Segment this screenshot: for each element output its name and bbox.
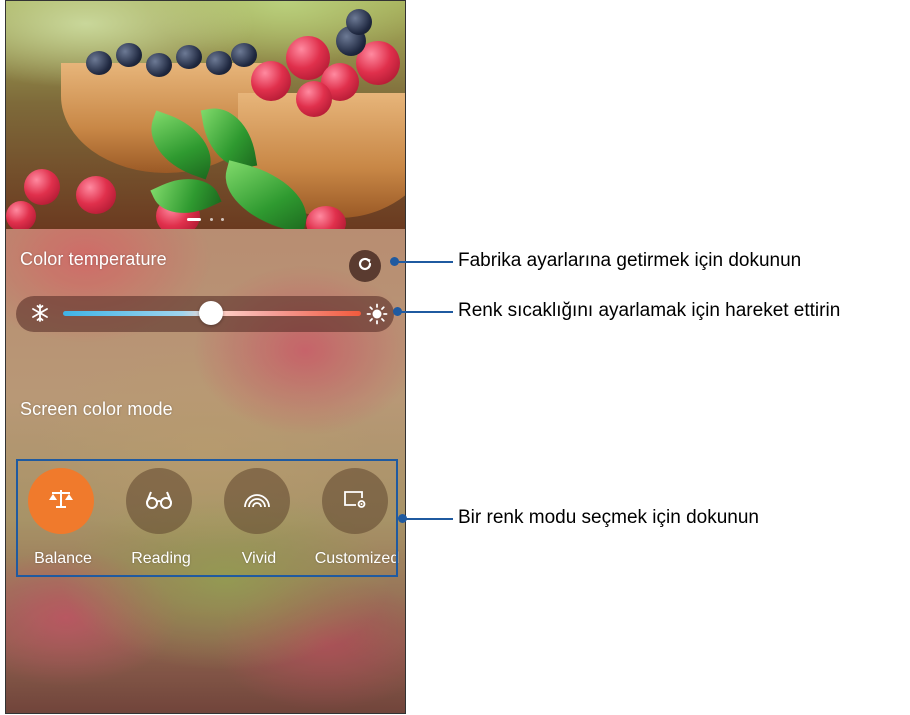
callout-mode-line <box>403 518 453 520</box>
blueberry <box>146 53 172 77</box>
color-temperature-label: Color temperature <box>20 249 167 269</box>
raspberry <box>76 176 116 214</box>
callout-reset-line <box>395 261 453 263</box>
page-indicator <box>6 211 405 222</box>
refresh-icon <box>356 255 374 278</box>
blueberry <box>206 51 232 75</box>
blueberry <box>231 43 257 67</box>
page-dot-active <box>187 218 202 222</box>
mode-selector-highlight-box <box>16 459 398 577</box>
raspberry <box>24 169 60 205</box>
callout-slider-line <box>398 311 453 313</box>
raspberry <box>296 81 332 117</box>
phone-screen: Color temperature Screen color mode Bala… <box>5 0 406 714</box>
blueberry <box>116 43 142 67</box>
slider-thumb[interactable] <box>199 301 223 325</box>
callout-reset-text: Fabrika ayarlarına getirmek için dokunun <box>458 250 802 271</box>
raspberry <box>251 61 291 101</box>
blueberry <box>86 51 112 75</box>
page-dot <box>220 218 224 222</box>
wallpaper-image <box>6 1 405 229</box>
snowflake-icon <box>30 303 50 328</box>
page-dot <box>209 218 213 222</box>
blueberry <box>176 45 202 69</box>
callout-slider-text: Renk sıcaklığını ayarlamak için hareket … <box>458 300 841 321</box>
callout-mode-text: Bir renk modu seçmek için dokunun <box>458 507 759 528</box>
screen-color-mode-label: Screen color mode <box>20 399 173 419</box>
sun-icon <box>366 303 388 330</box>
reset-color-temperature-button[interactable] <box>349 250 381 282</box>
color-temperature-slider[interactable] <box>16 296 394 332</box>
blackberry <box>346 9 372 35</box>
